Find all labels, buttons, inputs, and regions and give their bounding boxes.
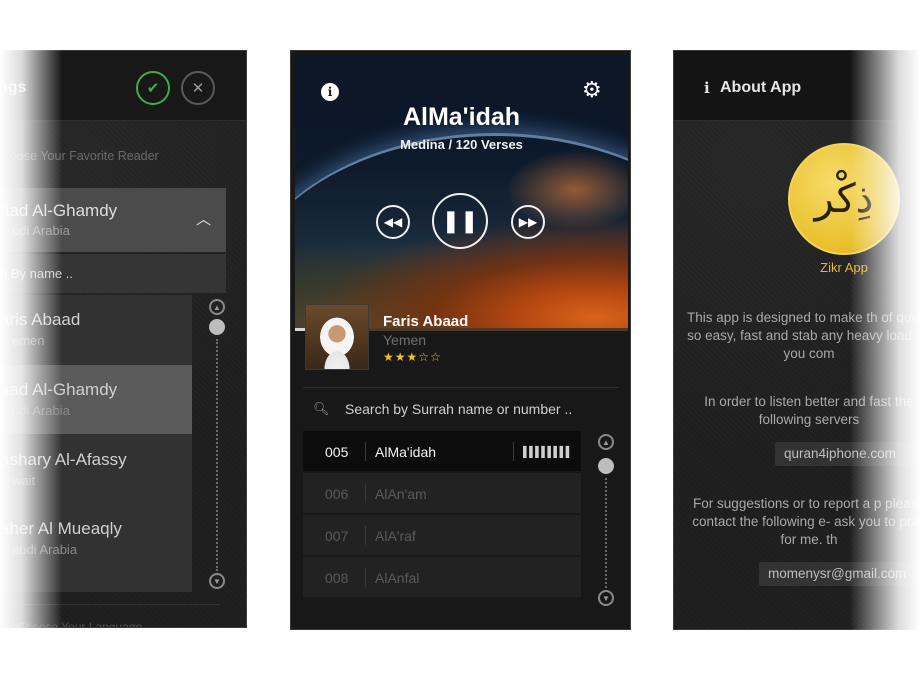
scroll-down-icon[interactable]: ▼: [598, 590, 614, 606]
reader-country: audi Arabia: [12, 542, 78, 557]
settings-header: ngs ✔ ✕: [0, 51, 246, 121]
surah-number: 008: [325, 570, 349, 586]
close-icon: ✕: [191, 80, 205, 97]
scroll-track: [605, 478, 607, 588]
about-paragraph-1: This app is designed to make th of quran…: [687, 310, 920, 361]
gear-icon[interactable]: ⚙: [582, 79, 602, 101]
divider: [365, 442, 366, 461]
reader-list: aris Abaad emen aad Al-Ghamdy udi Arabia…: [0, 295, 192, 592]
surah-scrollbar[interactable]: ▲ ▼: [598, 434, 618, 606]
reader-section-label: oose Your Favorite Reader: [10, 149, 159, 163]
app-logo: ذِكْر: [788, 143, 900, 255]
divider: [365, 568, 366, 587]
scroll-thumb[interactable]: [598, 458, 614, 474]
server-link[interactable]: quran4iphone.com: [775, 442, 920, 466]
surah-number: 006: [325, 486, 349, 502]
fast-forward-icon: ▶▶: [518, 215, 538, 229]
settings-panel: ngs ✔ ✕ oose Your Favorite Reader aad Al…: [0, 50, 247, 628]
reader-avatar: [305, 304, 369, 370]
divider: [365, 526, 366, 545]
scroll-thumb[interactable]: [209, 319, 225, 335]
surah-search-input[interactable]: 🔍︎ Search by Surrah name or number ..: [303, 391, 619, 427]
divider: [365, 484, 366, 503]
divider: [0, 604, 220, 605]
about-paragraph-2: In order to listen better and fast the f…: [704, 394, 914, 427]
surah-number: 007: [325, 528, 349, 544]
surah-row[interactable]: 008 AlAnfal: [303, 557, 581, 598]
surah-search-placeholder: Search by Surrah name or number ..: [345, 401, 573, 417]
reader-item[interactable]: ashary Al-Afassy wait: [0, 435, 192, 504]
equalizer-icon: ▌▌▌▌▌▌▌▌: [523, 447, 573, 458]
current-reader-country: Yemen: [383, 332, 427, 348]
language-section-label: e / Choose Your Language: [0, 620, 143, 628]
reader-search-placeholder: h By name ..: [0, 266, 73, 281]
current-reader-name: Faris Abaad: [383, 313, 469, 330]
app-name: Zikr App: [820, 260, 868, 275]
search-icon: 🔍︎: [313, 401, 330, 416]
reader-search-input[interactable]: h By name ..: [0, 253, 226, 293]
next-button[interactable]: ▶▶: [511, 205, 545, 239]
settings-title: ngs: [0, 79, 27, 96]
divider: [513, 442, 514, 461]
logo-text: ذِكْر: [814, 176, 874, 222]
close-button[interactable]: ✕: [181, 71, 215, 105]
reader-scrollbar[interactable]: ▲ ▼: [209, 299, 229, 591]
previous-button[interactable]: ◀◀: [376, 205, 410, 239]
about-title: About App: [720, 79, 802, 96]
reader-name: aher Al Mueaqly: [0, 519, 122, 538]
scroll-down-icon[interactable]: ▼: [209, 573, 225, 589]
player-hero: i ⚙ AlMa'idah Medina / 120 Verses ◀◀ ❚❚ …: [295, 55, 628, 331]
confirm-button[interactable]: ✔: [136, 71, 170, 105]
about-paragraph-3: For suggestions or to report a p please …: [692, 496, 920, 547]
about-panel: i About App ذِكْر Zikr App This app is d…: [673, 50, 920, 630]
surah-name: AlA'raf: [375, 528, 416, 544]
selected-reader-country: udi Arabia: [12, 223, 70, 238]
reader-country: emen: [12, 333, 45, 348]
reader-country: udi Arabia: [12, 403, 70, 418]
surah-row[interactable]: 006 AlAn'am: [303, 473, 581, 514]
surah-meta: Medina / 120 Verses: [400, 137, 523, 152]
reader-country: wait: [12, 473, 36, 488]
pause-icon: ❚❚: [441, 208, 479, 233]
email-link[interactable]: momenysr@gmail.com: [759, 562, 920, 586]
reader-item[interactable]: aris Abaad emen: [0, 295, 192, 364]
current-reader-card[interactable]: Faris Abaad Yemen ★★★☆☆: [303, 304, 619, 388]
surah-row-active[interactable]: 005 AlMa'idah ▌▌▌▌▌▌▌▌: [303, 431, 581, 472]
pause-button[interactable]: ❚❚: [432, 193, 488, 249]
surah-list: 005 AlMa'idah ▌▌▌▌▌▌▌▌ 006 AlAn'am 007 A…: [303, 431, 581, 599]
chevron-up-icon: ︿: [195, 211, 211, 228]
reader-name: aris Abaad: [0, 310, 81, 329]
info-icon[interactable]: i: [321, 83, 339, 101]
info-icon: i: [704, 79, 710, 97]
player-panel: i ⚙ AlMa'idah Medina / 120 Verses ◀◀ ❚❚ …: [290, 50, 631, 630]
reader-item[interactable]: aher Al Mueaqly audi Arabia: [0, 504, 192, 573]
scroll-up-icon[interactable]: ▲: [598, 434, 614, 450]
surah-number: 005: [325, 444, 349, 460]
about-header: i About App: [674, 51, 920, 121]
reader-dropdown[interactable]: aad Al-Ghamdy udi Arabia ︿: [0, 188, 226, 252]
reader-name: ashary Al-Afassy: [0, 450, 127, 469]
surah-row[interactable]: 007 AlA'raf: [303, 515, 581, 556]
surah-name: AlAn'am: [375, 486, 427, 502]
rating-stars: ★★★☆☆: [383, 350, 442, 364]
scroll-track: [216, 339, 218, 571]
reader-item-selected[interactable]: aad Al-Ghamdy udi Arabia: [0, 365, 192, 434]
surah-title: AlMa'idah: [402, 103, 521, 131]
surah-name: AlMa'idah: [375, 444, 437, 460]
reader-name: aad Al-Ghamdy: [0, 380, 118, 399]
rewind-icon: ◀◀: [383, 215, 403, 229]
scroll-up-icon[interactable]: ▲: [209, 299, 225, 315]
surah-name: AlAnfal: [375, 570, 420, 586]
check-icon: ✔: [146, 80, 160, 97]
app-showcase: ngs ✔ ✕ oose Your Favorite Reader aad Al…: [0, 0, 920, 680]
selected-reader-name: aad Al-Ghamdy: [0, 201, 118, 220]
